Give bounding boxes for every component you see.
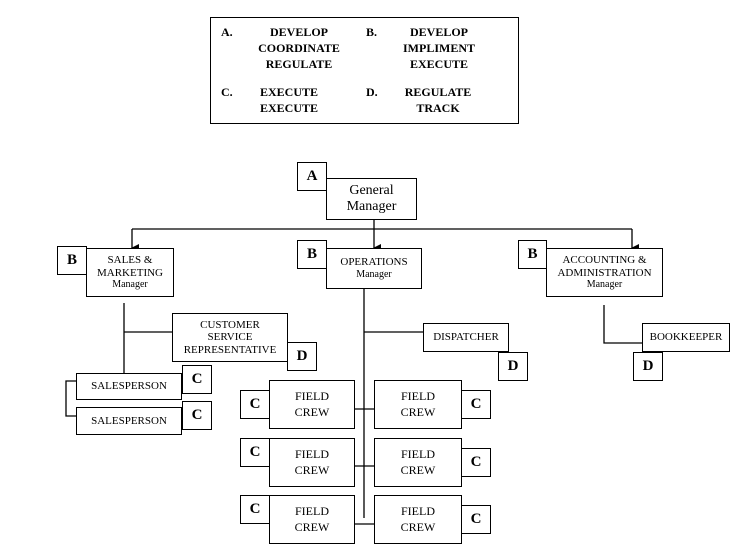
general-manager-box: General Manager — [326, 178, 417, 220]
gm-title: General — [349, 182, 394, 198]
crew-line1: FIELD — [401, 446, 435, 461]
field-crew-box-r2: FIELD CREW — [374, 438, 462, 487]
role-tag-d-csr: D — [287, 342, 317, 371]
role-tag-b-sales: B — [57, 246, 87, 275]
field-crew-box-r3: FIELD CREW — [374, 495, 462, 544]
csr-box: CUSTOMER SERVICE REPRESENTATIVE — [172, 313, 288, 362]
role-tag-b-accounting: B — [518, 240, 547, 269]
bookkeeper-title: BOOKKEEPER — [649, 331, 723, 344]
dispatcher-title: DISPATCHER — [433, 331, 499, 344]
salesperson-bracket — [65, 380, 76, 417]
crew-line2: CREW — [294, 404, 330, 419]
sales-marketing-box: SALES & MARKETING Manager — [86, 248, 174, 297]
bookkeeper-box: BOOKKEEPER — [642, 323, 730, 352]
gm-title2: Manager — [346, 199, 397, 214]
role-tag-c-salesperson-1: C — [182, 365, 212, 394]
crew-line1: FIELD — [295, 503, 329, 518]
sales-title: SALES & — [107, 254, 153, 267]
accounting-box: ACCOUNTING & ADMINISTRATION Manager — [546, 248, 663, 297]
crew-line2: CREW — [400, 519, 436, 534]
crew-line1: FIELD — [401, 388, 435, 403]
role-tag-c-crew-r3: C — [461, 505, 491, 534]
crew-line2: CREW — [400, 462, 436, 477]
salesperson-box-1: SALESPERSON — [76, 373, 182, 400]
role-tag-a: A — [297, 162, 327, 191]
role-tag-c-crew-l1: C — [240, 390, 270, 419]
crew-line2: CREW — [294, 462, 330, 477]
crew-line2: CREW — [294, 519, 330, 534]
operations-title: OPERATIONS — [340, 256, 408, 269]
role-tag-c-crew-l2: C — [240, 438, 270, 467]
accounting-sub: Manager — [586, 279, 623, 291]
accounting-title: ACCOUNTING & — [562, 254, 647, 267]
field-crew-box-l2: FIELD CREW — [269, 438, 355, 487]
field-crew-box-r1: FIELD CREW — [374, 380, 462, 429]
accounting-title2: ADMINISTRATION — [557, 266, 652, 279]
role-tag-d-dispatcher: D — [498, 352, 528, 381]
csr-line1: CUSTOMER — [200, 318, 260, 331]
crew-line2: CREW — [400, 404, 436, 419]
role-tag-b-operations: B — [297, 240, 327, 269]
bookkeeper-branch-line — [603, 305, 642, 344]
operations-box: OPERATIONS Manager — [326, 248, 422, 289]
field-crew-box-l3: FIELD CREW — [269, 495, 355, 544]
role-tag-c-crew-r1: C — [461, 390, 491, 419]
sales-title2: MARKETING — [97, 266, 163, 279]
role-tag-c-crew-r2: C — [461, 448, 491, 477]
role-tag-c-salesperson-2: C — [182, 401, 212, 430]
csr-line3: REPRESENTATIVE — [183, 343, 277, 356]
crew-line1: FIELD — [295, 388, 329, 403]
crew-line1: FIELD — [295, 446, 329, 461]
salesperson-2-title: SALESPERSON — [91, 414, 167, 427]
salesperson-box-2: SALESPERSON — [76, 407, 182, 435]
crew-line1: FIELD — [401, 503, 435, 518]
operations-sub: Manager — [356, 269, 392, 281]
csr-line2: SERVICE — [207, 331, 253, 344]
sales-sub: Manager — [112, 279, 148, 291]
role-tag-d-bookkeeper: D — [633, 352, 663, 381]
role-tag-c-crew-l3: C — [240, 495, 270, 524]
salesperson-1-title: SALESPERSON — [91, 380, 167, 393]
field-crew-box-l1: FIELD CREW — [269, 380, 355, 429]
dispatcher-box: DISPATCHER — [423, 323, 509, 352]
